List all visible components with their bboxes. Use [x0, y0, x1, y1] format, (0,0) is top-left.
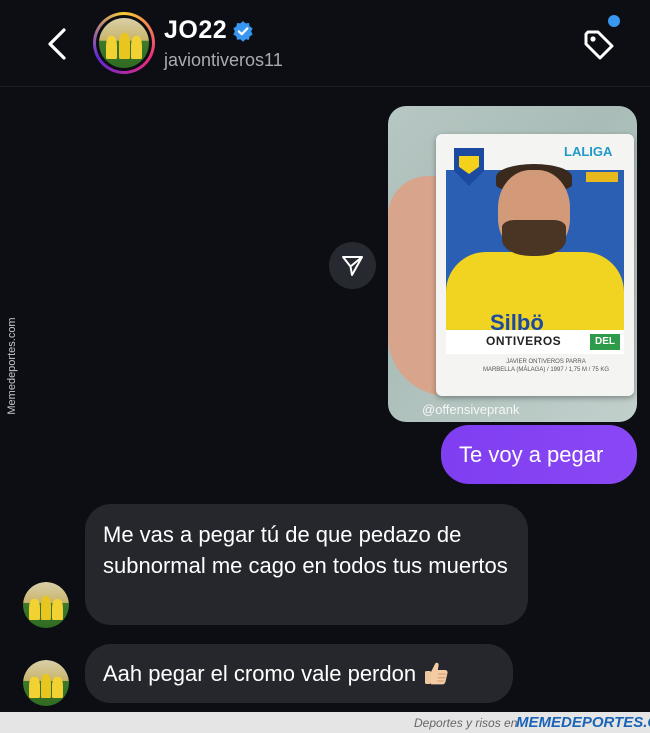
card-details: JAVIER ONTIVEROS PARRA MARBELLA (MÁLAGA)… [482, 359, 610, 373]
shared-photo[interactable]: LALIGA Silbö ONTIVEROS DEL JAVIER ONTIVE… [388, 106, 637, 422]
message-incoming[interactable]: Aah pegar el cromo vale perdon [85, 644, 513, 703]
sticker-card: LALIGA Silbö ONTIVEROS DEL JAVIER ONTIVE… [436, 134, 634, 396]
sender-avatar[interactable] [23, 582, 69, 628]
side-watermark: Memedeportes.com [6, 317, 18, 415]
footer-brand[interactable]: MEMEDEPORTES.COM [516, 714, 650, 731]
panini-logo [586, 172, 618, 182]
back-button[interactable] [40, 24, 76, 64]
chat-header: JO22 javiontiveros11 [0, 0, 650, 87]
tag-button[interactable] [578, 24, 620, 66]
card-player-name: ONTIVEROS [486, 334, 562, 348]
tag-icon [584, 30, 614, 60]
profile-handle[interactable]: javiontiveros11 [164, 50, 283, 71]
card-brand: LALIGA [564, 144, 613, 159]
message-incoming[interactable]: Me vas a pegar tú de que pedazo de subno… [85, 504, 528, 625]
message-text: Aah pegar el cromo vale perdon [103, 661, 417, 686]
profile-avatar[interactable] [93, 12, 155, 74]
footer-watermark: Deportes y risos en MEMEDEPORTES.COM [0, 712, 650, 733]
card-position-badge: DEL [590, 334, 620, 350]
profile-name[interactable]: JO22 [164, 16, 227, 45]
notification-dot [608, 15, 620, 27]
thumbs-up-icon [422, 650, 450, 685]
photo-credit: @offensiveprank [422, 402, 520, 417]
verified-badge-icon [233, 21, 253, 42]
message-outgoing[interactable]: Te voy a pegar [441, 425, 637, 484]
send-icon [342, 256, 363, 276]
share-button[interactable] [329, 242, 376, 289]
footer-caption: Deportes y risos en [414, 716, 518, 730]
chevron-left-icon [48, 28, 66, 60]
sender-avatar[interactable] [23, 660, 69, 706]
